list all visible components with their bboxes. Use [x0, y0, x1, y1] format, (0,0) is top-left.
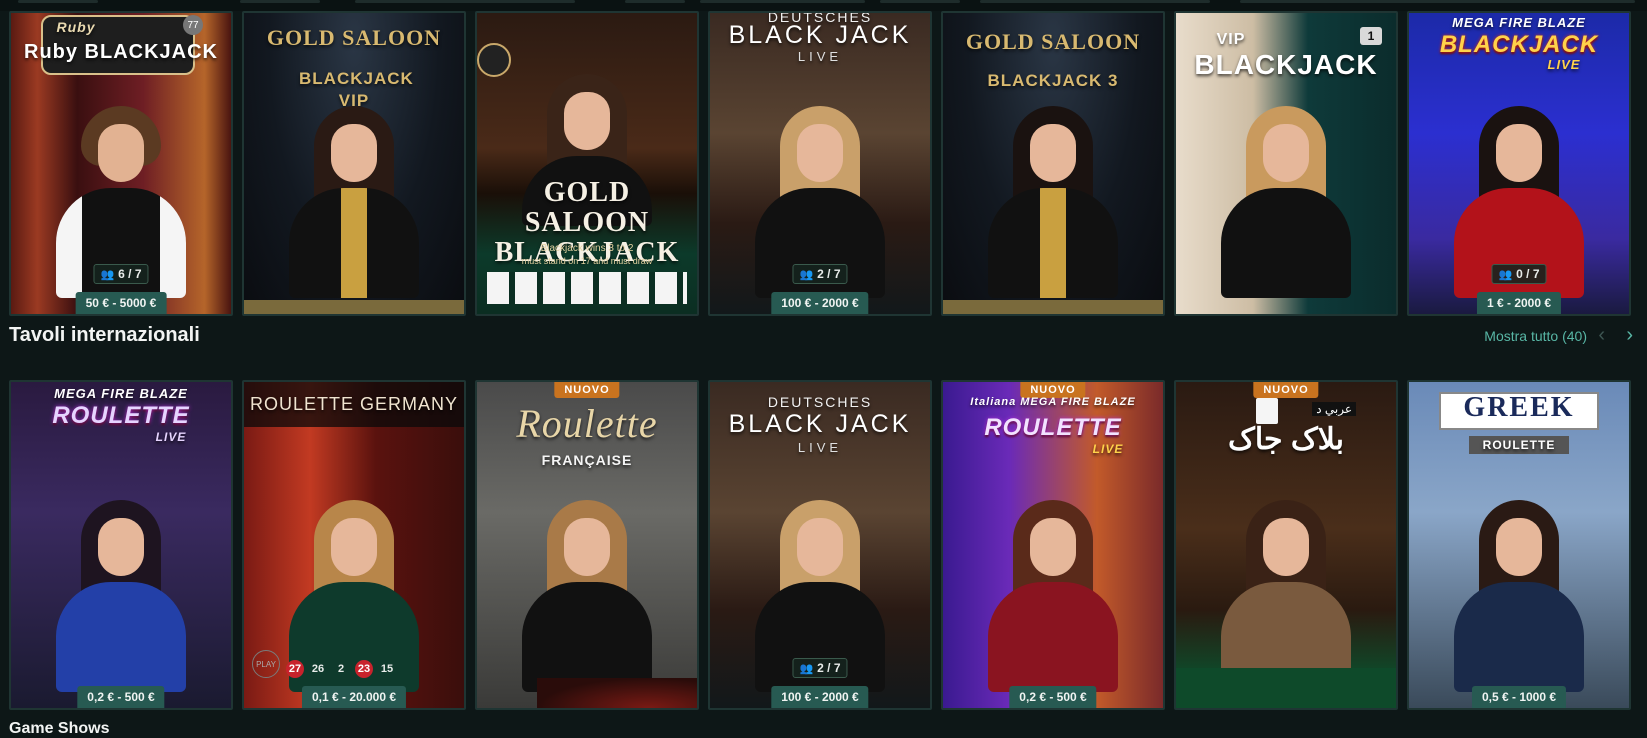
- chevron-left-icon[interactable]: ‹: [1598, 324, 1605, 347]
- game-card-arabic-blackjack[interactable]: NUOVO عربي د بلاک جاک: [1174, 380, 1398, 710]
- user-icon: 👥: [1498, 268, 1513, 281]
- card-subtitle: BLACKJACK 3: [987, 71, 1119, 90]
- card-title: ROULETTE GERMANY: [249, 394, 459, 414]
- card-subtitle: FRANÇAISE: [541, 452, 633, 468]
- user-icon: 👥: [799, 268, 814, 281]
- card-title-top: عربي د: [1312, 402, 1356, 416]
- bet-limit: 50 € - 5000 €: [75, 292, 167, 314]
- bet-limit: 1 € - 2000 €: [1476, 292, 1562, 314]
- new-badge: NUOVO: [554, 382, 620, 398]
- bet-limit: 0,5 € - 1000 €: [1471, 686, 1567, 708]
- recent-number: 23: [355, 660, 373, 678]
- chevron-right-icon[interactable]: ›: [1626, 324, 1633, 347]
- table-number-badge: 77: [183, 15, 203, 35]
- card-title: ROULETTE: [984, 414, 1122, 441]
- international-tables-row: MEGA FIRE BLAZE ROULETTE LIVE 0,2 € - 50…: [9, 380, 1631, 710]
- rule-text-2: must stand on 17 and must draw: [521, 256, 653, 266]
- show-all-link[interactable]: Mostra tutto (40): [1484, 328, 1587, 344]
- game-card-deutsches-blackjack[interactable]: DEUTSCHES BLACK JACK LIVE 👥 2 / 7 100 € -…: [708, 11, 932, 316]
- card-subtitle: ROULETTE: [1469, 436, 1569, 454]
- user-icon: 👥: [100, 268, 115, 281]
- card-title-top: GOLD SALOON: [965, 29, 1141, 54]
- recent-number: 15: [380, 663, 394, 675]
- card-subtitle: LIVE: [1092, 442, 1124, 456]
- bet-limit: 0,2 € - 500 €: [1009, 686, 1097, 708]
- seats-indicator: 👥 0 / 7: [1491, 264, 1547, 284]
- bet-limit: 0,2 € - 500 €: [77, 686, 165, 708]
- dealer-image: [978, 106, 1128, 298]
- card-subtitle: LIVE: [797, 49, 843, 64]
- game-card-mega-fire-blaze-roulette[interactable]: MEGA FIRE BLAZE ROULETTE LIVE 0,2 € - 50…: [9, 380, 233, 710]
- game-card-gold-saloon-blackjack-3[interactable]: GOLD SALOON BLACKJACK 3: [941, 11, 1165, 316]
- user-icon: 👥: [799, 662, 814, 675]
- card-title: Ruby BLACKJACK: [24, 41, 218, 63]
- card-subtitle: LIVE: [797, 440, 843, 455]
- card-title: GOLD SALOON BLACKJACK: [494, 177, 680, 268]
- game-card-roulette-francaise[interactable]: NUOVO Roulette FRANÇAISE: [475, 380, 699, 710]
- card-title: بلاک جاک: [1228, 423, 1344, 456]
- dealer-image: [1211, 500, 1361, 692]
- game-card-greek-roulette[interactable]: GREEK ROULETTE 0,5 € - 1000 €: [1407, 380, 1631, 710]
- card-title: BLACK JACK: [728, 21, 912, 49]
- game-card-gold-saloon-blackjack[interactable]: GOLD SALOON BLACKJACK Blackjack wins 3 t…: [475, 11, 699, 316]
- dealer-image: [1211, 106, 1361, 298]
- play-logo: PLAY: [252, 650, 280, 678]
- game-card-mega-fire-blaze-blackjack[interactable]: MEGA FIRE BLAZE BLACKJACK LIVE 👥 0 / 7 1 …: [1407, 11, 1631, 316]
- game-card-gold-saloon-vip[interactable]: GOLD SALOON BLACKJACK VIP: [242, 11, 466, 316]
- section-title: Tavoli internazionali: [9, 324, 200, 346]
- card-title: GREEK: [1463, 392, 1575, 423]
- dealer-image: [279, 106, 429, 298]
- card-title-top: MEGA FIRE BLAZE: [54, 386, 188, 401]
- next-section-title: Game Shows: [9, 720, 110, 737]
- recent-number: 2: [337, 663, 345, 675]
- card-title-top: DEUTSCHES: [767, 394, 873, 410]
- card-title: BLACKJACK: [1194, 49, 1378, 80]
- bet-limit: 0,1 € - 20.000 €: [301, 686, 407, 708]
- card-title-top: GOLD SALOON: [266, 25, 442, 50]
- game-card-roulette-germany[interactable]: ROULETTE GERMANY PLAY 27 26 2 23 15 0,1 …: [242, 380, 466, 710]
- seats-indicator: 👥 2 / 7: [792, 658, 848, 678]
- game-card-vip-blackjack[interactable]: VIP BLACKJACK 1: [1174, 11, 1398, 316]
- card-title: ROULETTE: [52, 402, 190, 429]
- card-title: BLACKJACK: [1439, 31, 1599, 58]
- card-subtitle: LIVE: [155, 430, 187, 444]
- recent-number: 26: [311, 663, 325, 675]
- bet-limit: 100 € - 2000 €: [771, 292, 869, 314]
- dealer-image: [978, 500, 1128, 692]
- recent-number: 27: [286, 660, 304, 678]
- seats-indicator: 👥 2 / 7: [792, 264, 848, 284]
- card-subtitle: LIVE: [1547, 57, 1581, 72]
- dealer-image: [1444, 500, 1594, 692]
- card-title-top: MEGA FIRE BLAZE: [1452, 15, 1586, 30]
- card-title: BLACK JACK: [728, 410, 912, 438]
- rule-text: Blackjack wins 3 to 2: [540, 243, 634, 254]
- new-badge: NUOVO: [1253, 382, 1319, 398]
- bet-limit: 100 € - 2000 €: [771, 686, 869, 708]
- dealer-image: [46, 500, 196, 692]
- table-number-badge: 1: [1360, 27, 1382, 45]
- seats-indicator: 👥 6 / 7: [93, 264, 149, 284]
- dealer-image: [512, 500, 662, 692]
- card-title-top: Italiana MEGA FIRE BLAZE: [970, 396, 1136, 408]
- blackjack-row: Ruby Ruby BLACKJACK 77 👥 6 / 7 50 € - 500…: [9, 11, 1631, 316]
- game-card-deutsches-blackjack-2[interactable]: DEUTSCHES BLACK JACK LIVE 👥 2 / 7 100 € -…: [708, 380, 932, 710]
- game-card-italiana-mega-roulette[interactable]: NUOVO Italiana MEGA FIRE BLAZE ROULETTE …: [941, 380, 1165, 710]
- section-header: Tavoli internazionali Mostra tutto (40) …: [9, 322, 1639, 352]
- recent-numbers: 27 26 2 23 15: [286, 660, 396, 678]
- game-card-ruby-blackjack[interactable]: Ruby Ruby BLACKJACK 77 👥 6 / 7 50 € - 500…: [9, 11, 233, 316]
- card-title: Roulette: [516, 401, 658, 446]
- top-strip: [0, 0, 1647, 11]
